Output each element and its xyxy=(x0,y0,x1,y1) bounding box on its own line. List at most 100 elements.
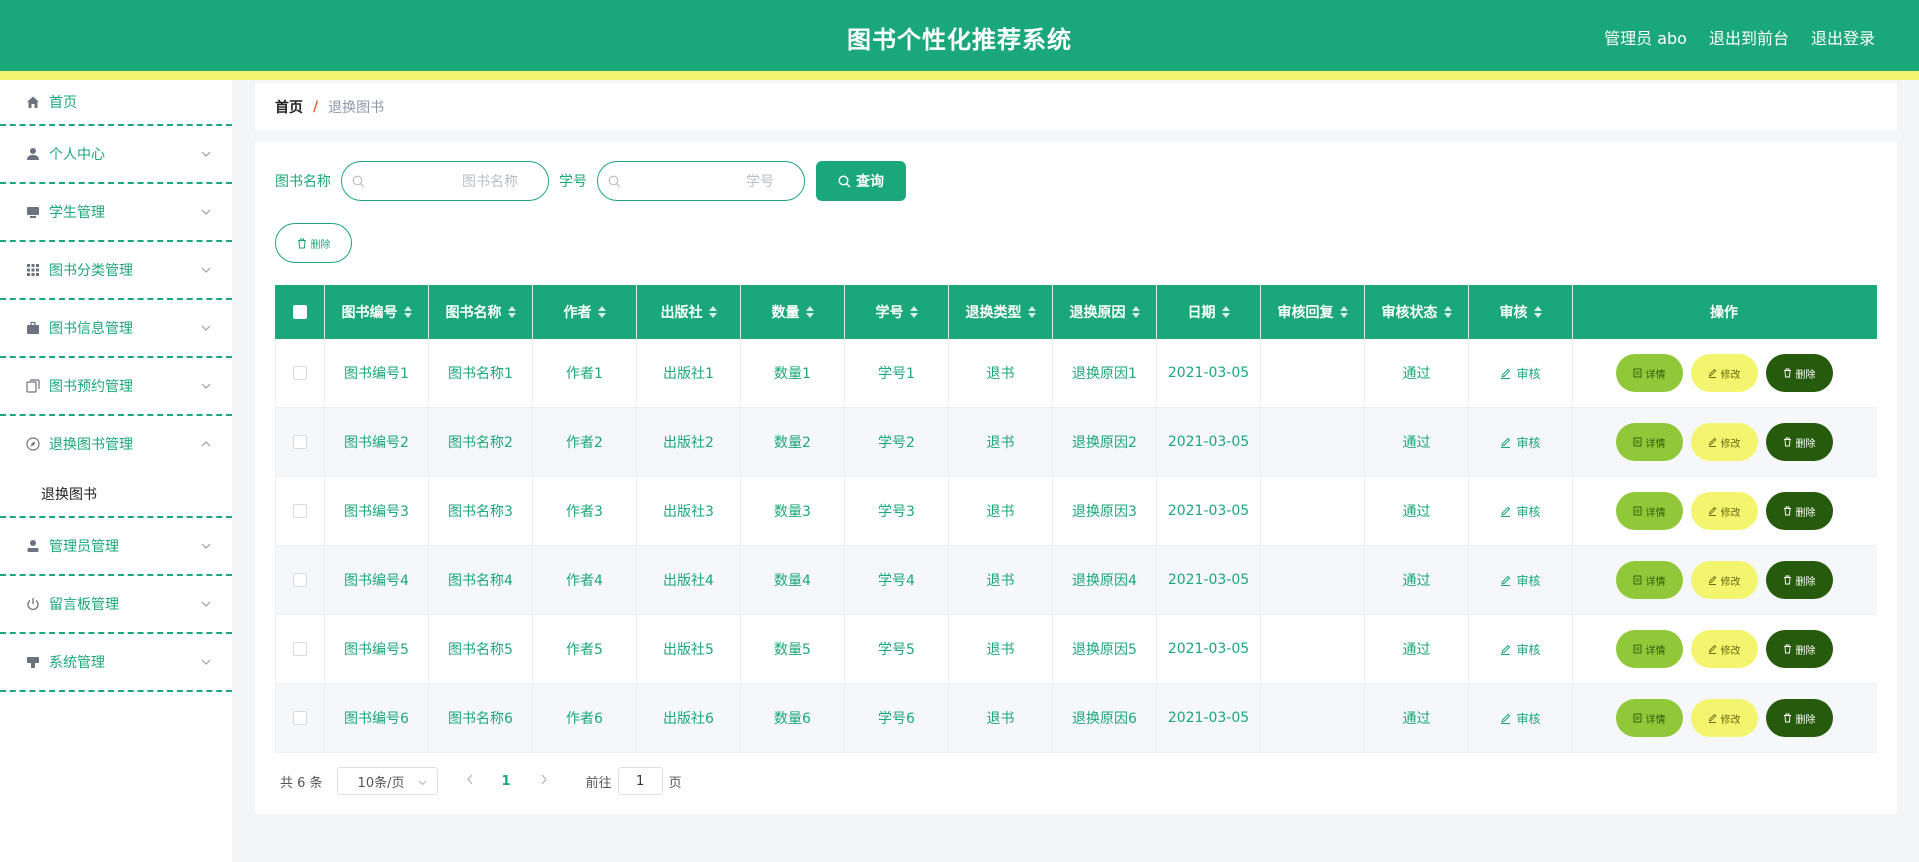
audit-link[interactable]: 审核 xyxy=(1500,710,1541,727)
sort-caret-icon[interactable] xyxy=(1221,306,1230,318)
submenu-item-return-books[interactable]: 退换图书 xyxy=(0,472,232,518)
sidebar-item-label: 图书分类管理 xyxy=(49,263,133,279)
column-header[interactable]: 退换类型 xyxy=(949,285,1053,339)
sort-caret-icon[interactable] xyxy=(1339,306,1348,318)
sidebar-item-student-mgmt[interactable]: 学生管理 xyxy=(0,184,232,242)
edit-button[interactable]: 修改 xyxy=(1690,492,1758,530)
column-header[interactable]: 数量 xyxy=(741,285,845,339)
trash-icon xyxy=(1783,437,1791,447)
column-header[interactable]: 日期 xyxy=(1157,285,1261,339)
sort-caret-icon[interactable] xyxy=(805,306,814,318)
select-all-checkbox[interactable] xyxy=(292,305,307,319)
batch-delete-button[interactable]: 删除 xyxy=(275,223,352,263)
sort-caret-icon[interactable] xyxy=(1533,306,1542,318)
query-button[interactable]: 查询 xyxy=(816,161,906,201)
detail-button[interactable]: 详情 xyxy=(1615,561,1683,599)
edit-button[interactable]: 修改 xyxy=(1690,354,1758,392)
row-checkbox[interactable] xyxy=(293,573,307,587)
column-header-label: 图书编号 xyxy=(341,305,398,321)
breadcrumb-home[interactable]: 首页 xyxy=(275,97,303,117)
table-cell: 退换原因2 xyxy=(1053,408,1157,476)
sidebar-item-return-mgmt[interactable]: 退换图书管理 xyxy=(0,416,232,472)
edit-button-label: 修改 xyxy=(1720,507,1741,519)
delete-button[interactable]: 删除 xyxy=(1765,354,1833,392)
sidebar-item-message-board-mgmt[interactable]: 留言板管理 xyxy=(0,576,232,634)
column-header[interactable]: 图书编号 xyxy=(325,285,429,339)
sort-caret-icon[interactable] xyxy=(909,306,918,318)
detail-button[interactable]: 详情 xyxy=(1615,492,1683,530)
sidebar-item-reservation-mgmt[interactable]: 图书预约管理 xyxy=(0,358,232,416)
audit-link[interactable]: 审核 xyxy=(1500,434,1541,451)
row-select-cell xyxy=(275,615,325,683)
goto-page-input[interactable]: 1 xyxy=(617,767,663,795)
sidebar-item-category-mgmt[interactable]: 图书分类管理 xyxy=(0,242,232,300)
row-select-cell xyxy=(275,408,325,476)
sort-caret-icon[interactable] xyxy=(507,306,516,318)
detail-button[interactable]: 详情 xyxy=(1615,699,1683,737)
delete-button[interactable]: 删除 xyxy=(1765,630,1833,668)
page-number-current[interactable]: 1 xyxy=(502,774,511,789)
header-stripe xyxy=(0,71,1919,80)
sort-caret-icon[interactable] xyxy=(1131,306,1140,318)
detail-button[interactable]: 详情 xyxy=(1615,354,1683,392)
audit-link[interactable]: 审核 xyxy=(1500,365,1541,382)
column-header-label: 学号 xyxy=(875,305,904,321)
audit-link[interactable]: 审核 xyxy=(1500,641,1541,658)
row-checkbox[interactable] xyxy=(293,642,307,656)
column-header[interactable]: 审核 xyxy=(1469,285,1573,339)
exit-to-front-link[interactable]: 退出到前台 xyxy=(1709,25,1789,49)
edit-icon xyxy=(1708,368,1716,378)
column-header[interactable]: 退换原因 xyxy=(1053,285,1157,339)
sidebar-item-personal-center[interactable]: 个人中心 xyxy=(0,126,232,184)
edit-button[interactable]: 修改 xyxy=(1690,423,1758,461)
audit-cell: 审核 xyxy=(1469,408,1573,476)
column-header[interactable]: 审核状态 xyxy=(1365,285,1469,339)
row-checkbox[interactable] xyxy=(293,504,307,518)
actions-cell: 详情 修改 删除 xyxy=(1573,477,1875,545)
sidebar-item-admin-mgmt[interactable]: 管理员管理 xyxy=(0,518,232,576)
column-header[interactable]: 出版社 xyxy=(637,285,741,339)
sort-caret-icon[interactable] xyxy=(403,306,412,318)
sidebar: 首页 个人中心 学生管理 图书分类管理 图书信息管理 图书预约管理 退换图书管理… xyxy=(0,80,232,862)
column-header[interactable]: 图书名称 xyxy=(429,285,533,339)
row-checkbox[interactable] xyxy=(293,366,307,380)
chevron-down-icon xyxy=(418,780,426,786)
sort-caret-icon[interactable] xyxy=(708,306,717,318)
delete-button[interactable]: 删除 xyxy=(1765,492,1833,530)
audit-cell: 审核 xyxy=(1469,546,1573,614)
sidebar-item-book-info-mgmt[interactable]: 图书信息管理 xyxy=(0,300,232,358)
delete-button[interactable]: 删除 xyxy=(1765,423,1833,461)
trash-icon xyxy=(297,238,306,248)
delete-button[interactable]: 删除 xyxy=(1765,699,1833,737)
sort-caret-icon[interactable] xyxy=(1443,306,1452,318)
student-no-input[interactable] xyxy=(598,162,804,200)
detail-button[interactable]: 详情 xyxy=(1615,630,1683,668)
row-checkbox[interactable] xyxy=(293,711,307,725)
delete-button[interactable]: 删除 xyxy=(1765,561,1833,599)
edit-button[interactable]: 修改 xyxy=(1690,561,1758,599)
audit-link[interactable]: 审核 xyxy=(1500,503,1541,520)
detail-button[interactable]: 详情 xyxy=(1615,423,1683,461)
prev-page-button[interactable] xyxy=(466,774,475,789)
edit-button[interactable]: 修改 xyxy=(1690,699,1758,737)
book-name-input[interactable] xyxy=(342,162,548,200)
chevron-down-icon xyxy=(201,325,211,331)
compass-icon xyxy=(25,436,41,452)
audit-link[interactable]: 审核 xyxy=(1500,572,1541,589)
sidebar-item-home[interactable]: 首页 xyxy=(0,80,232,126)
column-header[interactable]: 学号 xyxy=(845,285,949,339)
page-size-select[interactable]: 10条/页 xyxy=(336,767,438,795)
column-header[interactable]: 审核回复 xyxy=(1261,285,1365,339)
sort-caret-icon[interactable] xyxy=(1027,306,1036,318)
sort-caret-icon[interactable] xyxy=(597,306,606,318)
row-checkbox[interactable] xyxy=(293,435,307,449)
table-cell: 通过 xyxy=(1365,546,1469,614)
audit-link-label: 审核 xyxy=(1516,642,1541,657)
next-page-button[interactable] xyxy=(539,774,548,789)
sidebar-item-system-mgmt[interactable]: 系统管理 xyxy=(0,634,232,692)
column-header[interactable]: 作者 xyxy=(533,285,637,339)
edit-button[interactable]: 修改 xyxy=(1690,630,1758,668)
edit-icon xyxy=(1501,644,1511,655)
logout-link[interactable]: 退出登录 xyxy=(1811,25,1875,49)
edit-button-label: 修改 xyxy=(1720,645,1741,657)
